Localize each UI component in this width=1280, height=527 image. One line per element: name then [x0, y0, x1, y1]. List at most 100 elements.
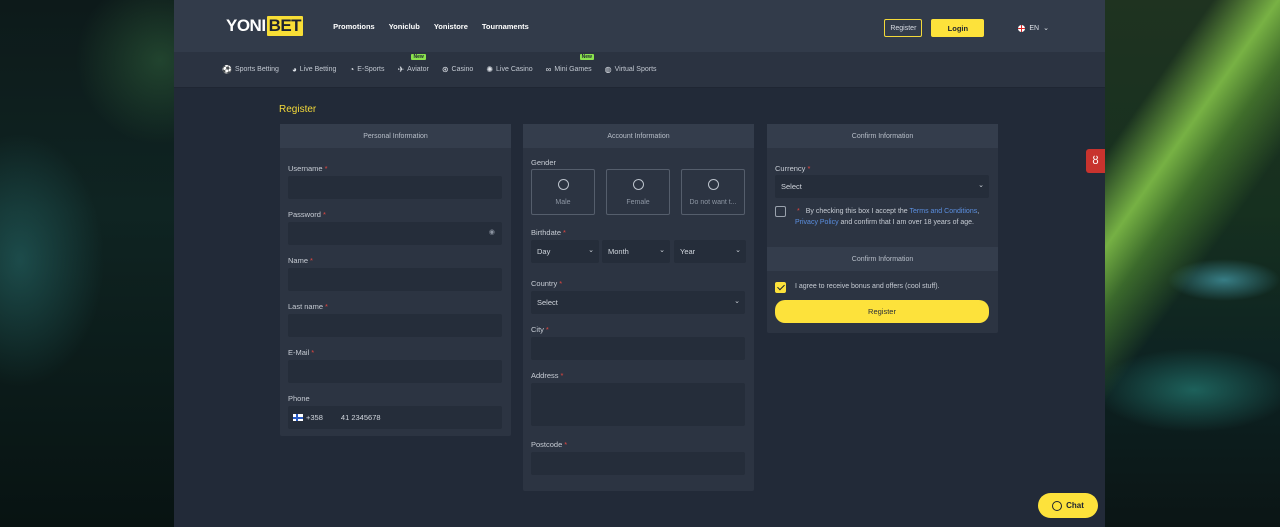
gender-other-option[interactable]: Do not want t...	[681, 169, 745, 215]
virtual-sports-icon: ◍	[604, 65, 612, 74]
city-input[interactable]	[531, 337, 745, 360]
email-input[interactable]	[288, 360, 502, 383]
login-button[interactable]: Login	[931, 19, 985, 37]
lastname-label: Last name *	[288, 302, 328, 311]
live-ball-icon: ◕	[291, 65, 297, 74]
nav-yoniclub[interactable]: Yoniclub	[389, 22, 420, 31]
subnav-esports[interactable]: ◔ E-Sports	[349, 65, 384, 74]
page-title: Register	[279, 104, 317, 115]
password-label: Password *	[288, 210, 326, 219]
terms-link[interactable]: Terms and Conditions	[910, 208, 978, 215]
city-label: City *	[531, 325, 549, 334]
eye-icon[interactable]: ◉	[489, 228, 495, 236]
month-select[interactable]: Month ⌄	[602, 240, 670, 263]
subnav-mini-games[interactable]: New ∞ Mini Games	[545, 54, 594, 74]
language-code: EN	[1029, 24, 1040, 32]
register-button-top[interactable]: Register	[884, 19, 923, 37]
subnav-label: Live Casino	[496, 66, 533, 73]
chevron-down-icon: ⌄	[734, 298, 740, 305]
side-widget-tab[interactable]: ȣ	[1086, 149, 1105, 173]
address-textarea[interactable]	[531, 383, 745, 426]
new-badge: New	[579, 54, 594, 60]
esports-icon: ◔	[349, 65, 355, 74]
panel-title: Confirm Information	[767, 124, 998, 148]
site-container: YONI BET Promotions Yoniclub Yonistore T…	[174, 0, 1105, 527]
radio-icon	[557, 178, 569, 190]
currency-label: Currency *	[775, 164, 811, 173]
subnav-label: Virtual Sports	[614, 66, 657, 73]
top-header: YONI BET Promotions Yoniclub Yonistore T…	[174, 0, 1105, 52]
yonibet-logo[interactable]: YONI BET	[226, 16, 304, 36]
gender-option-label: Male	[555, 198, 571, 206]
bonus-checkbox[interactable]	[775, 282, 786, 293]
chat-button[interactable]: Chat	[1038, 493, 1098, 518]
lastname-input[interactable]	[288, 314, 502, 337]
subnav-label: Aviator	[407, 66, 429, 73]
chevron-down-icon: ⌄	[588, 247, 594, 254]
soccer-ball-icon: ⚽	[222, 65, 232, 74]
country-label: Country *	[531, 279, 563, 288]
background-right	[1104, 0, 1280, 527]
subnav-label: Mini Games	[554, 66, 592, 73]
new-badge: New	[411, 54, 426, 60]
nav-promotions[interactable]: Promotions	[333, 22, 375, 31]
subnav-live-betting[interactable]: ◕ Live Betting	[292, 65, 336, 74]
gender-option-label: Female	[626, 198, 650, 206]
country-select[interactable]: Select ⌄	[531, 291, 745, 314]
gender-female-option[interactable]: Female	[606, 169, 670, 215]
subnav-aviator[interactable]: New ✈ Aviator	[397, 54, 429, 74]
subnav-label: Casino	[451, 66, 474, 73]
subnav-virtual-sports[interactable]: ◍ Virtual Sports	[605, 65, 657, 74]
radio-icon	[632, 178, 644, 190]
subnav-label: E-Sports	[357, 66, 385, 73]
postcode-input[interactable]	[531, 452, 745, 475]
bonus-label: I agree to receive bonus and offers (coo…	[795, 283, 940, 290]
yonibet-symbol-icon: ȣ	[1092, 155, 1099, 167]
live-casino-icon: ✺	[486, 65, 494, 74]
phone-label: Phone	[288, 394, 310, 403]
logo-badge: BET	[266, 16, 304, 36]
panel-title: Personal Information	[280, 124, 511, 148]
register-button[interactable]: Register	[775, 300, 989, 323]
username-input[interactable]	[288, 176, 502, 199]
main-nav: Promotions Yoniclub Yonistore Tournament…	[333, 22, 529, 31]
subnav-sports-betting[interactable]: ⚽ Sports Betting	[222, 65, 279, 74]
password-input[interactable]: ◉	[288, 222, 502, 245]
subnav-label: Sports Betting	[234, 66, 279, 73]
phone-input[interactable]: +358 41 2345678	[288, 406, 502, 429]
mini-games-icon: ∞	[545, 65, 552, 74]
radio-icon	[707, 178, 719, 190]
phone-country-code[interactable]: +358	[306, 413, 323, 422]
chevron-down-icon: ⌄	[978, 182, 984, 189]
postcode-label: Postcode *	[531, 440, 568, 449]
terms-text: * By checking this box I accept the Terms…	[795, 208, 980, 226]
gender-option-label: Do not want t...	[689, 198, 737, 206]
panel-subtitle: Confirm Information	[767, 247, 998, 271]
currency-select[interactable]: Select ⌄	[775, 175, 989, 198]
chevron-down-icon: ⌄	[1043, 25, 1049, 32]
birthdate-label: Birthdate *	[531, 228, 566, 237]
account-information-panel: Account Information Gender Male Female D…	[523, 124, 754, 491]
gender-label: Gender	[531, 158, 557, 167]
finland-flag-icon[interactable]	[293, 414, 303, 421]
year-select[interactable]: Year ⌄	[674, 240, 746, 263]
confirm-information-panel: Confirm Information Currency * Select ⌄ * B…	[767, 124, 998, 333]
nav-tournaments[interactable]: Tournaments	[482, 22, 529, 31]
privacy-link[interactable]: Privacy Policy	[795, 219, 839, 226]
terms-checkbox[interactable]	[775, 206, 786, 217]
personal-information-panel: Personal Information Username * Password *…	[280, 124, 511, 436]
name-label: Name *	[288, 256, 313, 265]
logo-text: YONI	[226, 16, 266, 35]
day-select[interactable]: Day ⌄	[531, 240, 599, 263]
chat-label: Chat	[1066, 501, 1084, 510]
name-input[interactable]	[288, 268, 502, 291]
language-selector[interactable]: EN ⌄	[1018, 24, 1049, 32]
gamepad-icon: ⊛	[441, 65, 449, 74]
chat-bubble-icon	[1052, 500, 1063, 511]
subnav-label: Live Betting	[299, 66, 337, 73]
subnav-casino[interactable]: ⊛ Casino	[442, 65, 474, 74]
gender-male-option[interactable]: Male	[531, 169, 595, 215]
address-label: Address *	[531, 371, 564, 380]
nav-yonistore[interactable]: Yonistore	[434, 22, 468, 31]
subnav-live-casino[interactable]: ✺ Live Casino	[486, 65, 532, 74]
